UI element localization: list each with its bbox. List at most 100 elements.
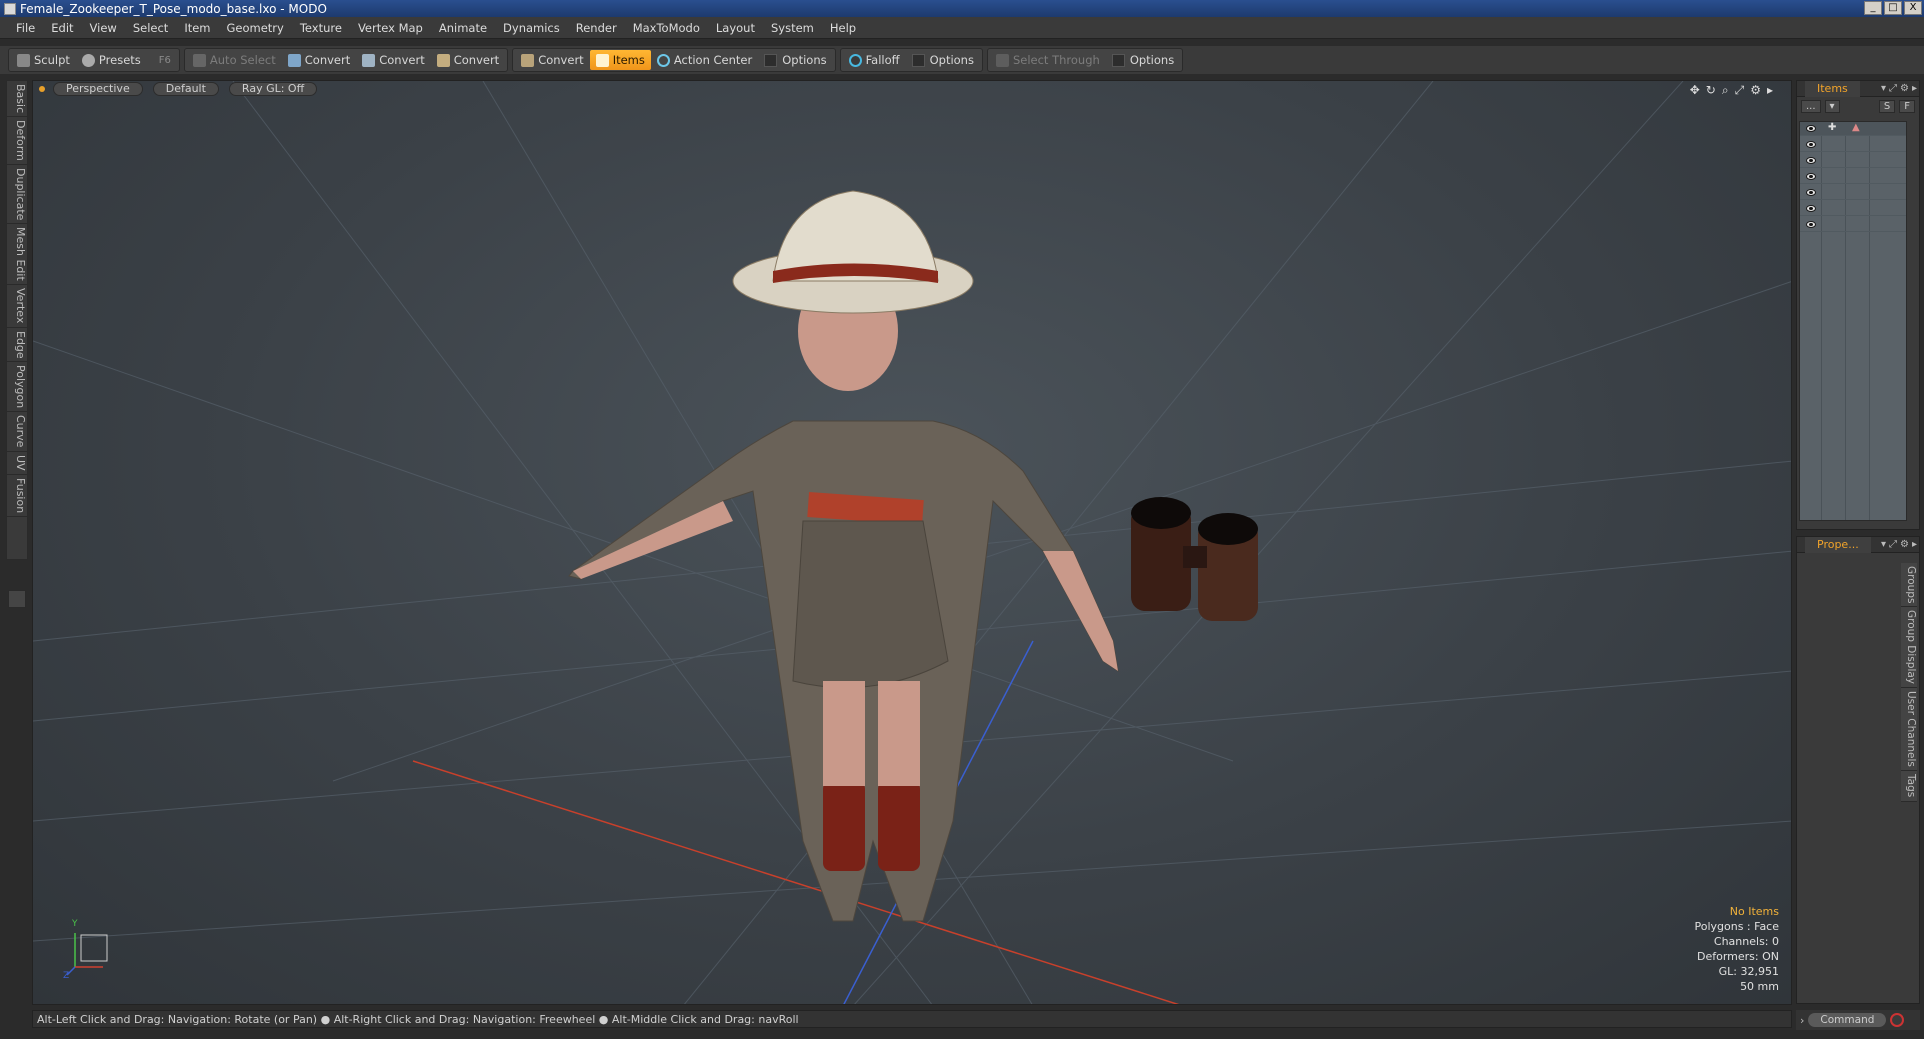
command-input[interactable]: Command xyxy=(1808,1013,1887,1027)
solo-button[interactable]: S xyxy=(1878,99,1896,113)
tab-group-display[interactable]: Group Display xyxy=(1901,607,1917,689)
tab-uv[interactable]: UV xyxy=(7,452,27,475)
items-menu-button[interactable]: ... xyxy=(1801,99,1821,113)
menu-system[interactable]: System xyxy=(763,17,822,39)
menu-maxtomodo[interactable]: MaxToModo xyxy=(625,17,708,39)
sculpt-label: Sculpt xyxy=(34,53,70,67)
close-button[interactable]: X xyxy=(1904,1,1922,15)
action-center-options-button[interactable]: Options xyxy=(758,50,832,70)
dropdown-icon[interactable]: ▾ xyxy=(1881,539,1886,550)
visibility-eye-icon[interactable] xyxy=(1806,157,1816,164)
convert-polygons-button[interactable]: Convert xyxy=(431,50,505,70)
presets-button[interactable]: Presets F6 xyxy=(76,50,177,70)
fit-icon[interactable]: ⤢ xyxy=(1735,83,1745,98)
viewport-menu-dot[interactable] xyxy=(39,86,45,92)
list-item[interactable] xyxy=(1800,202,1906,216)
items-dropdown-button[interactable]: ▾ xyxy=(1824,99,1840,113)
raygl-toggle[interactable]: Ray GL: Off xyxy=(228,82,318,96)
visibility-eye-icon[interactable] xyxy=(1806,205,1816,212)
tab-items[interactable]: Items xyxy=(1805,80,1860,97)
stat-items: No Items xyxy=(1729,905,1779,918)
sculpt-button[interactable]: Sculpt xyxy=(11,50,76,70)
rotate-icon[interactable]: ↻ xyxy=(1706,83,1716,98)
menu-select[interactable]: Select xyxy=(125,17,176,39)
tab-groups[interactable]: Groups xyxy=(1901,563,1917,608)
options-checkbox[interactable] xyxy=(911,53,925,67)
3d-viewport[interactable]: Perspective Default Ray GL: Off ✥ ↻ ⌕ ⤢ … xyxy=(32,80,1792,1005)
menu-vertex-map[interactable]: Vertex Map xyxy=(350,17,431,39)
select-through-group: Select Through Options xyxy=(986,48,1184,72)
menu-animate[interactable]: Animate xyxy=(431,17,495,39)
record-macro-button[interactable] xyxy=(1890,1013,1905,1027)
falloff-button[interactable]: Falloff xyxy=(843,50,906,70)
menu-file[interactable]: File xyxy=(8,17,43,39)
auto-select-button[interactable]: Auto Select xyxy=(187,50,282,70)
arrow-right-icon[interactable]: ▸ xyxy=(1912,83,1917,94)
zoom-icon[interactable]: ⌕ xyxy=(1722,83,1729,98)
gear-icon[interactable]: ⚙ xyxy=(1900,539,1909,550)
visibility-eye-icon[interactable] xyxy=(1806,221,1816,228)
properties-panel: Prope... ▾ ⤢ ⚙ ▸ Groups Group Display Us… xyxy=(1796,536,1920,1004)
toolbox-toggle-button[interactable] xyxy=(8,590,26,608)
action-center-button[interactable]: Action Center xyxy=(651,50,758,70)
menu-texture[interactable]: Texture xyxy=(292,17,350,39)
visibility-eye-icon[interactable] xyxy=(1806,173,1816,180)
expand-icon[interactable]: ⤢ xyxy=(1889,539,1897,550)
tab-tags[interactable]: Tags xyxy=(1901,771,1917,802)
options-checkbox[interactable] xyxy=(764,53,778,67)
items-scrollbar[interactable] xyxy=(1907,121,1917,521)
arrow-right-icon[interactable]: ▸ xyxy=(1767,83,1773,98)
list-item[interactable] xyxy=(1800,218,1906,232)
items-mode-button[interactable]: Items xyxy=(589,50,651,70)
list-item[interactable] xyxy=(1800,154,1906,168)
maximize-button[interactable]: □ xyxy=(1884,1,1902,15)
list-item[interactable] xyxy=(1800,186,1906,200)
menu-item[interactable]: Item xyxy=(176,17,218,39)
visibility-eye-icon[interactable] xyxy=(1806,141,1816,148)
shading-dropdown[interactable]: Default xyxy=(152,82,219,96)
tab-fusion[interactable]: Fusion xyxy=(7,475,27,517)
menu-layout[interactable]: Layout xyxy=(708,17,763,39)
tab-properties[interactable]: Prope... xyxy=(1805,536,1871,553)
tab-polygon[interactable]: Polygon xyxy=(7,362,27,413)
tab-duplicate[interactable]: Duplicate xyxy=(7,165,27,225)
list-item[interactable] xyxy=(1800,138,1906,152)
filter-button[interactable]: F xyxy=(1899,99,1915,113)
visibility-eye-icon[interactable] xyxy=(1806,189,1816,196)
tab-curve[interactable]: Curve xyxy=(7,412,27,452)
menu-view[interactable]: View xyxy=(82,17,125,39)
stat-polygons: Polygons : Face xyxy=(1694,920,1779,933)
view-type-dropdown[interactable]: Perspective xyxy=(53,82,143,96)
pan-icon[interactable]: ✥ xyxy=(1690,83,1700,98)
falloff-options-button[interactable]: Options xyxy=(906,50,980,70)
convert-label: Convert xyxy=(304,53,351,67)
tab-vertex[interactable]: Vertex xyxy=(7,285,27,328)
convert-vertices-button[interactable]: Convert xyxy=(282,50,356,70)
items-list[interactable]: ✚ ▲ xyxy=(1799,121,1907,521)
dropdown-icon[interactable]: ▾ xyxy=(1881,83,1886,94)
tab-edge[interactable]: Edge xyxy=(7,328,27,363)
arrow-right-icon[interactable]: ▸ xyxy=(1912,539,1917,550)
select-through-options-button[interactable]: Options xyxy=(1106,50,1180,70)
gear-icon[interactable]: ⚙ xyxy=(1750,83,1761,98)
list-item[interactable] xyxy=(1800,170,1906,184)
options-checkbox[interactable] xyxy=(1111,53,1125,67)
convert-items-button[interactable]: Convert xyxy=(515,50,589,70)
tab-user-channels[interactable]: User Channels xyxy=(1901,688,1917,772)
menu-dynamics[interactable]: Dynamics xyxy=(495,17,568,39)
expand-icon[interactable]: ⤢ xyxy=(1889,83,1897,94)
menu-help[interactable]: Help xyxy=(822,17,864,39)
menu-bar: File Edit View Select Item Geometry Text… xyxy=(0,17,1924,39)
viewport-nav-icons: ✥ ↻ ⌕ ⤢ ⚙ ▸ xyxy=(1690,83,1773,98)
tab-basic[interactable]: Basic xyxy=(7,81,27,118)
select-through-button[interactable]: Select Through xyxy=(990,50,1106,70)
convert-edges-button[interactable]: Convert xyxy=(356,50,430,70)
menu-render[interactable]: Render xyxy=(568,17,625,39)
tab-deform[interactable]: Deform xyxy=(7,117,27,166)
presets-shortcut: F6 xyxy=(158,54,171,66)
menu-edit[interactable]: Edit xyxy=(43,17,81,39)
menu-geometry[interactable]: Geometry xyxy=(219,17,292,39)
gear-icon[interactable]: ⚙ xyxy=(1900,83,1909,94)
minimize-button[interactable]: _ xyxy=(1864,1,1882,15)
tab-mesh-edit[interactable]: Mesh Edit xyxy=(7,224,27,286)
